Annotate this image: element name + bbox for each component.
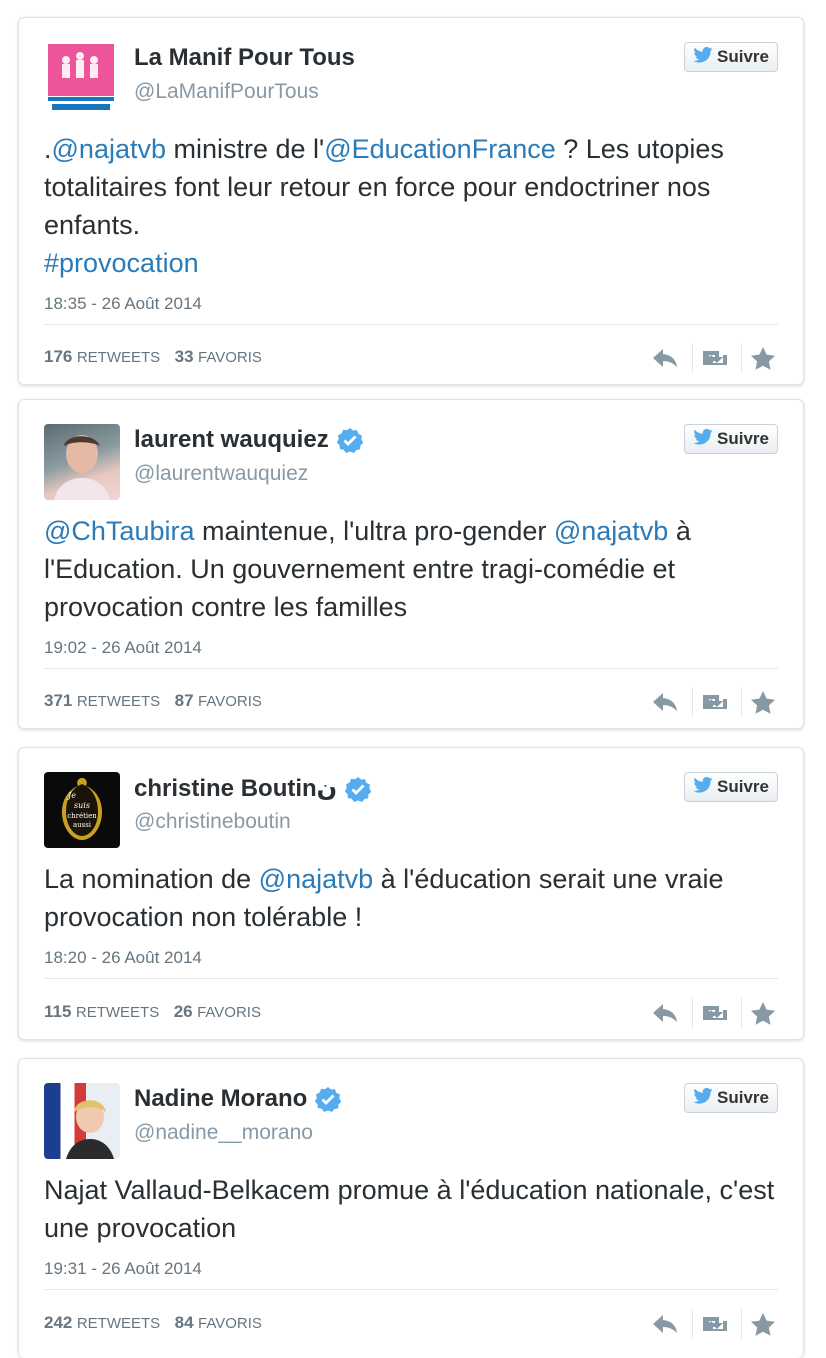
follow-label: Suivre bbox=[717, 1088, 769, 1107]
author-handle[interactable]: @christineboutin bbox=[134, 810, 291, 834]
tweet-text: .@najatvb ministre de l'@EducationFrance… bbox=[44, 130, 778, 282]
tweet-stats: 176 RETWEETS 33 FAVORIS bbox=[44, 347, 272, 367]
divider bbox=[44, 668, 778, 669]
reply-icon[interactable] bbox=[650, 687, 680, 717]
favorite-star-icon[interactable] bbox=[741, 343, 778, 373]
reply-icon[interactable] bbox=[650, 343, 680, 373]
follow-label: Suivre bbox=[717, 777, 769, 796]
mention-link[interactable]: @najatvb bbox=[554, 516, 668, 546]
favorites-label: FAVORIS bbox=[198, 693, 262, 710]
twitter-bird-icon bbox=[693, 46, 717, 68]
follow-label: Suivre bbox=[717, 429, 769, 448]
avatar[interactable]: suis chrétien aussi Je bbox=[44, 772, 120, 848]
retweet-count[interactable]: 242 bbox=[44, 1313, 72, 1332]
tweet-stats: 242 RETWEETS 84 FAVORIS bbox=[44, 1313, 272, 1333]
text-segment: Najat Vallaud-Belkacem promue à l'éducat… bbox=[44, 1175, 775, 1243]
follow-button[interactable]: Suivre bbox=[684, 42, 778, 72]
tweet-stats: 371 RETWEETS 87 FAVORIS bbox=[44, 691, 272, 711]
retweet-count[interactable]: 176 bbox=[44, 347, 72, 366]
tweet-text: @ChTaubira maintenue, l'ultra pro-gender… bbox=[44, 512, 778, 626]
mention-link[interactable]: @EducationFrance bbox=[324, 134, 556, 164]
text-segment: ministre de l' bbox=[166, 134, 325, 164]
favorite-count[interactable]: 84 bbox=[175, 1313, 194, 1332]
twitter-bird-icon bbox=[693, 428, 717, 450]
favorite-count[interactable]: 87 bbox=[175, 691, 194, 710]
reply-icon[interactable] bbox=[650, 1309, 680, 1339]
author-handle[interactable]: @nadine__morano bbox=[134, 1121, 313, 1145]
tweet-card: suis chrétien aussi Je christine Boutinن… bbox=[18, 747, 804, 1040]
retweets-label: RETWEETS bbox=[76, 693, 161, 710]
verified-badge-icon bbox=[344, 776, 372, 802]
tweet-timestamp[interactable]: 18:20 - 26 Août 2014 bbox=[44, 948, 202, 968]
mention-link[interactable]: @najatvb bbox=[259, 864, 373, 894]
retweets-label: RETWEETS bbox=[76, 1315, 161, 1332]
author-row: laurent wauquiez bbox=[134, 426, 364, 454]
retweets-label: RETWEETS bbox=[75, 1004, 160, 1021]
tweet-card: laurent wauquiez @laurentwauquiez Suivre… bbox=[18, 399, 804, 729]
svg-text:Je: Je bbox=[66, 791, 76, 800]
mention-link[interactable]: @najatvb bbox=[52, 134, 166, 164]
mention-link[interactable]: @ChTaubira bbox=[44, 516, 194, 546]
divider bbox=[44, 1289, 778, 1290]
author-handle[interactable]: @laurentwauquiez bbox=[134, 462, 308, 486]
tweet-timestamp[interactable]: 19:02 - 26 Août 2014 bbox=[44, 638, 202, 658]
tweet-actions bbox=[638, 998, 778, 1028]
author-name[interactable]: christine Boutinن bbox=[134, 774, 337, 803]
text-segment: . bbox=[44, 134, 52, 164]
tweet-actions bbox=[638, 1309, 778, 1339]
text-segment: maintenue, l'ultra pro-gender bbox=[194, 516, 554, 546]
author-handle[interactable]: @LaManifPourTous bbox=[134, 80, 319, 104]
author-name[interactable]: La Manif Pour Tous bbox=[134, 44, 355, 72]
tweet-feed: La Manif Pour Tous @LaManifPourTous Suiv… bbox=[0, 0, 826, 1358]
divider bbox=[44, 324, 778, 325]
favorite-star-icon[interactable] bbox=[741, 998, 778, 1028]
tweet-actions bbox=[638, 687, 778, 717]
retweet-count[interactable]: 115 bbox=[44, 1002, 71, 1021]
author-name[interactable]: Nadine Morano bbox=[134, 1085, 307, 1113]
favorite-star-icon[interactable] bbox=[741, 1309, 778, 1339]
favorite-count[interactable]: 26 bbox=[174, 1002, 193, 1021]
follow-label: Suivre bbox=[717, 47, 769, 66]
avatar[interactable] bbox=[44, 424, 120, 500]
text-segment: La nomination de bbox=[44, 864, 259, 894]
follow-button[interactable]: Suivre bbox=[684, 424, 778, 454]
verified-badge-icon bbox=[336, 427, 364, 453]
follow-button[interactable]: Suivre bbox=[684, 772, 778, 802]
author-row: Nadine Morano bbox=[134, 1085, 342, 1113]
tweet-text: La nomination de @najatvb à l'éducation … bbox=[44, 860, 778, 936]
favorites-label: FAVORIS bbox=[197, 1004, 261, 1021]
avatar[interactable] bbox=[44, 42, 120, 118]
tweet-card: La Manif Pour Tous @LaManifPourTous Suiv… bbox=[18, 17, 804, 385]
retweet-icon[interactable] bbox=[692, 998, 729, 1028]
tweet-timestamp[interactable]: 18:35 - 26 Août 2014 bbox=[44, 294, 202, 314]
tweet-timestamp[interactable]: 19:31 - 26 Août 2014 bbox=[44, 1259, 202, 1279]
favorite-star-icon[interactable] bbox=[741, 687, 778, 717]
tweet-card: Nadine Morano @nadine__morano Suivre Naj… bbox=[18, 1058, 804, 1358]
verified-badge-icon bbox=[315, 1086, 342, 1112]
favorites-label: FAVORIS bbox=[198, 1315, 262, 1332]
retweet-icon[interactable] bbox=[692, 343, 729, 373]
svg-text:suis: suis bbox=[74, 801, 90, 810]
retweet-count[interactable]: 371 bbox=[44, 691, 72, 710]
tweet-text: Najat Vallaud-Belkacem promue à l'éducat… bbox=[44, 1171, 778, 1247]
retweets-label: RETWEETS bbox=[76, 349, 161, 366]
retweet-icon[interactable] bbox=[692, 1309, 729, 1339]
author-row: La Manif Pour Tous bbox=[134, 44, 355, 72]
hashtag-link[interactable]: #provocation bbox=[44, 248, 199, 278]
author-name[interactable]: laurent wauquiez bbox=[134, 426, 329, 454]
divider bbox=[44, 978, 778, 979]
tweet-stats: 115 RETWEETS 26 FAVORIS bbox=[44, 1002, 271, 1022]
retweet-icon[interactable] bbox=[692, 687, 729, 717]
author-row: christine Boutinن bbox=[134, 774, 372, 803]
avatar[interactable] bbox=[44, 1083, 120, 1159]
favorites-label: FAVORIS bbox=[198, 349, 262, 366]
favorite-count[interactable]: 33 bbox=[175, 347, 194, 366]
svg-text:chrétien: chrétien bbox=[67, 812, 97, 820]
reply-icon[interactable] bbox=[650, 998, 680, 1028]
twitter-bird-icon bbox=[693, 1087, 717, 1109]
svg-text:aussi: aussi bbox=[73, 821, 92, 829]
tweet-actions bbox=[638, 343, 778, 373]
twitter-bird-icon bbox=[693, 776, 717, 798]
follow-button[interactable]: Suivre bbox=[684, 1083, 778, 1113]
